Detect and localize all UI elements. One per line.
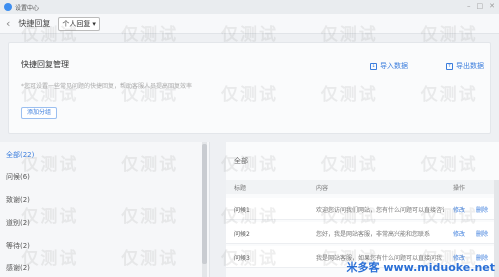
window-controls: – □ ✕ xyxy=(467,2,495,10)
column-header-content: 内容 xyxy=(316,185,329,192)
panel-description: *您可设置一些常见问题的快捷回复，帮助客服人员提高回复效率 xyxy=(21,83,193,90)
list-title: 全部 xyxy=(234,157,248,165)
table-header: 标题 内容 操作 xyxy=(226,180,499,194)
close-icon[interactable]: ✕ xyxy=(489,2,495,10)
reply-mode-select[interactable]: 个人回复 ▾ xyxy=(58,16,100,31)
maximize-icon[interactable]: □ xyxy=(477,2,484,10)
app-logo-icon xyxy=(4,3,12,11)
category-item[interactable]: 等待(2) xyxy=(6,241,30,251)
panel-heading: 快捷回复管理 xyxy=(21,60,69,69)
category-item[interactable]: 感谢(2) xyxy=(6,263,30,273)
chevron-down-icon: ▾ xyxy=(92,19,96,28)
brand-watermark: 米多客 www.miduoke.net xyxy=(346,261,496,274)
import-data-button[interactable]: ↓ 导入数据 xyxy=(370,61,408,71)
column-header-title: 标题 xyxy=(234,185,247,192)
reply-list-panel: 全部 标题 内容 操作 问候1 欢迎您访问我们网站，您有什么问题可以直接咨询 修… xyxy=(226,142,499,277)
export-data-button[interactable]: ↑ 导出数据 xyxy=(446,61,484,71)
row-content: 您好，我是网站客服，非常高兴能和您联系 xyxy=(316,231,431,238)
edit-link[interactable]: 修改 xyxy=(453,229,465,238)
category-item[interactable]: 致谢(2) xyxy=(6,195,30,205)
delete-link[interactable]: 删除 xyxy=(476,205,488,214)
page-header: ‹ 快捷回复 个人回复 ▾ xyxy=(0,14,499,34)
table-row: 问候2 您好，我是网站客服，非常高兴能和您联系 修改 删除 xyxy=(226,222,499,244)
row-content: 欢迎您访问我们网站，您有什么问题可以直接咨询 xyxy=(316,207,444,214)
quick-reply-management-panel: 快捷回复管理 *您可设置一些常见问题的快捷回复，帮助客服人员提高回复效率 添加分… xyxy=(8,42,491,134)
back-arrow-icon[interactable]: ‹ xyxy=(6,17,10,30)
column-header-actions: 操作 xyxy=(453,185,466,192)
scrollbar-thumb[interactable] xyxy=(202,144,207,264)
category-item[interactable]: 问候(6) xyxy=(6,172,30,182)
reply-mode-value: 个人回复 xyxy=(62,19,91,28)
delete-link[interactable]: 删除 xyxy=(476,229,488,238)
export-label: 导出数据 xyxy=(456,62,484,70)
title-bar: 设置中心 – □ ✕ xyxy=(0,0,499,14)
import-icon: ↓ xyxy=(370,62,377,70)
row-title: 问候3 xyxy=(234,255,250,262)
category-item[interactable]: 道别(2) xyxy=(6,218,30,228)
import-label: 导入数据 xyxy=(380,62,408,70)
window-title: 设置中心 xyxy=(15,4,40,12)
edit-link[interactable]: 修改 xyxy=(453,205,465,214)
table-row: 问候1 欢迎您访问我们网站，您有什么问题可以直接咨询 修改 删除 xyxy=(226,198,499,220)
export-icon: ↑ xyxy=(446,62,453,70)
add-category-button[interactable]: 添加分组 xyxy=(21,107,58,119)
row-title: 问候1 xyxy=(234,207,250,214)
category-list: 全部(22) 问候(6) 致谢(2) 道别(2) 等待(2) 感谢(2) xyxy=(0,142,210,277)
page-title: 快捷回复 xyxy=(18,19,51,28)
row-title: 问候2 xyxy=(234,231,250,238)
category-scrollbar[interactable] xyxy=(202,142,207,277)
category-item-all[interactable]: 全部(22) xyxy=(6,150,34,160)
minimize-icon[interactable]: – xyxy=(467,2,471,10)
